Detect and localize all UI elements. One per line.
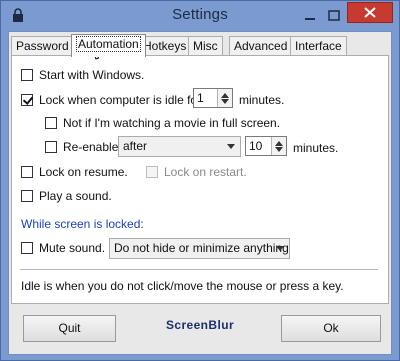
title-bar: Settings [1, 1, 399, 31]
reenable-minutes-value: 10 [249, 139, 263, 153]
lock-when-idle-label: Lock when computer is idle for [39, 93, 202, 107]
mute-sound-checkbox[interactable] [21, 242, 33, 254]
not-if-movie-row: Not if I'm watching a movie in full scre… [45, 114, 280, 132]
reenable-minutes-stepper[interactable]: 10 [245, 136, 287, 156]
mute-sound-row: Mute sound. [21, 239, 105, 257]
idle-minutes-unit: minutes. [239, 93, 285, 107]
lock-when-idle-checkbox[interactable] [21, 94, 33, 106]
chevron-down-icon [227, 144, 235, 149]
close-icon [364, 7, 376, 18]
maximize-icon[interactable] [323, 7, 345, 25]
not-if-movie-checkbox[interactable] [45, 117, 57, 129]
idle-minutes-value: 1 [197, 91, 204, 105]
brand-label: ScreenBlur [165, 318, 235, 332]
reenable-mode-value: after [123, 139, 148, 153]
reenable-checkbox[interactable] [45, 141, 57, 153]
hide-option-select[interactable]: Do not hide or minimize anything [109, 238, 290, 259]
hide-option-value: Do not hide or minimize anything [114, 241, 289, 255]
while-locked-heading: While screen is locked: [21, 217, 144, 231]
start-with-windows-row: Start with Windows. [21, 66, 144, 84]
lock-on-restart-label: Lock on restart. [164, 165, 247, 179]
reenable-label: Re-enable [63, 140, 119, 154]
quit-button[interactable]: Quit [23, 315, 116, 342]
tab-automation-label: Automation [76, 36, 141, 52]
play-sound-checkbox[interactable] [21, 190, 33, 202]
panel-divider [20, 269, 378, 270]
chevron-down-icon [276, 246, 284, 251]
idle-minutes-spin-buttons[interactable] [217, 89, 232, 107]
start-with-windows-checkbox[interactable] [21, 69, 33, 81]
tab-password[interactable]: Password [11, 36, 74, 55]
lock-on-resume-checkbox[interactable] [21, 166, 33, 178]
lock-when-idle-row: Lock when computer is idle for [21, 91, 201, 109]
settings-window: Settings Password Automation Hotkeys Mis… [0, 0, 400, 361]
play-sound-row: Play a sound. [21, 187, 112, 205]
lock-on-resume-label: Lock on resume. [39, 165, 128, 179]
tab-hotkeys[interactable]: Hotkeys [138, 36, 192, 55]
mute-sound-label: Mute sound. [39, 241, 106, 255]
ok-button[interactable]: Ok [281, 315, 381, 342]
tab-advanced[interactable]: Advanced [229, 36, 293, 55]
idle-minutes-stepper[interactable]: 1 [193, 88, 233, 108]
tab-misc[interactable]: Misc [188, 36, 223, 55]
reenable-minutes-spin-buttons[interactable] [271, 137, 286, 155]
reenable-row: Re-enable [45, 138, 118, 156]
idle-hint-text: Idle is when you do not click/move the m… [21, 279, 344, 293]
lock-on-restart-checkbox[interactable] [146, 166, 158, 178]
tab-interface[interactable]: Interface [290, 36, 347, 55]
reenable-mode-select[interactable]: after [118, 136, 241, 157]
tab-automation[interactable]: Automation [71, 34, 146, 57]
reenable-minutes-unit: minutes. [293, 141, 339, 155]
close-button[interactable] [347, 2, 393, 23]
client-area: Password Automation Hotkeys Misc Advance… [8, 31, 392, 355]
play-sound-label: Play a sound. [39, 189, 112, 203]
not-if-movie-label: Not if I'm watching a movie in full scre… [63, 116, 281, 130]
start-with-windows-label: Start with Windows. [39, 68, 145, 82]
minimize-icon[interactable] [299, 7, 321, 25]
automation-panel: Start with Windows. Lock when computer i… [11, 55, 389, 304]
lock-on-restart-row: Lock on restart. [146, 163, 247, 181]
lock-on-resume-row: Lock on resume. [21, 163, 128, 181]
